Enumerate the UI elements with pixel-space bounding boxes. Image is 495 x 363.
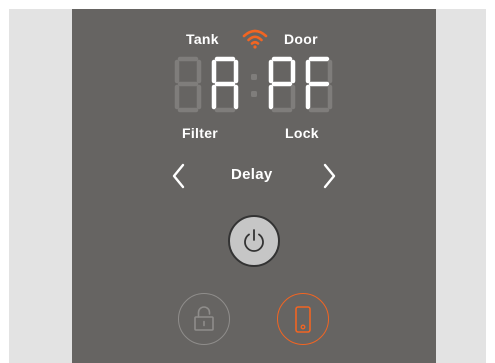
digit-1	[174, 56, 202, 113]
delay-next-button[interactable]	[317, 160, 341, 192]
power-icon	[244, 229, 264, 252]
phone-remote-icon	[295, 306, 311, 333]
left-margin	[9, 9, 72, 363]
right-margin	[436, 9, 486, 363]
power-button[interactable]	[228, 215, 280, 267]
lock-indicator-label: Lock	[285, 125, 319, 141]
chevron-left-icon	[172, 163, 185, 189]
remote-control-button[interactable]	[277, 293, 329, 345]
segment-display	[172, 54, 338, 116]
digit-2	[211, 56, 239, 113]
door-indicator-label: Door	[284, 31, 318, 47]
child-lock-button[interactable]	[178, 293, 230, 345]
digit-4	[305, 56, 333, 113]
digit-3	[268, 56, 296, 113]
chevron-right-icon	[323, 163, 336, 189]
colon	[251, 74, 257, 97]
tank-indicator-label: Tank	[186, 31, 219, 47]
delay-label: Delay	[231, 166, 273, 183]
wifi-icon	[241, 26, 269, 50]
control-panel: Tank Door Filter Lock Delay	[72, 9, 436, 363]
delay-prev-button[interactable]	[167, 160, 191, 192]
filter-indicator-label: Filter	[182, 125, 219, 141]
padlock-open-icon	[194, 306, 214, 331]
